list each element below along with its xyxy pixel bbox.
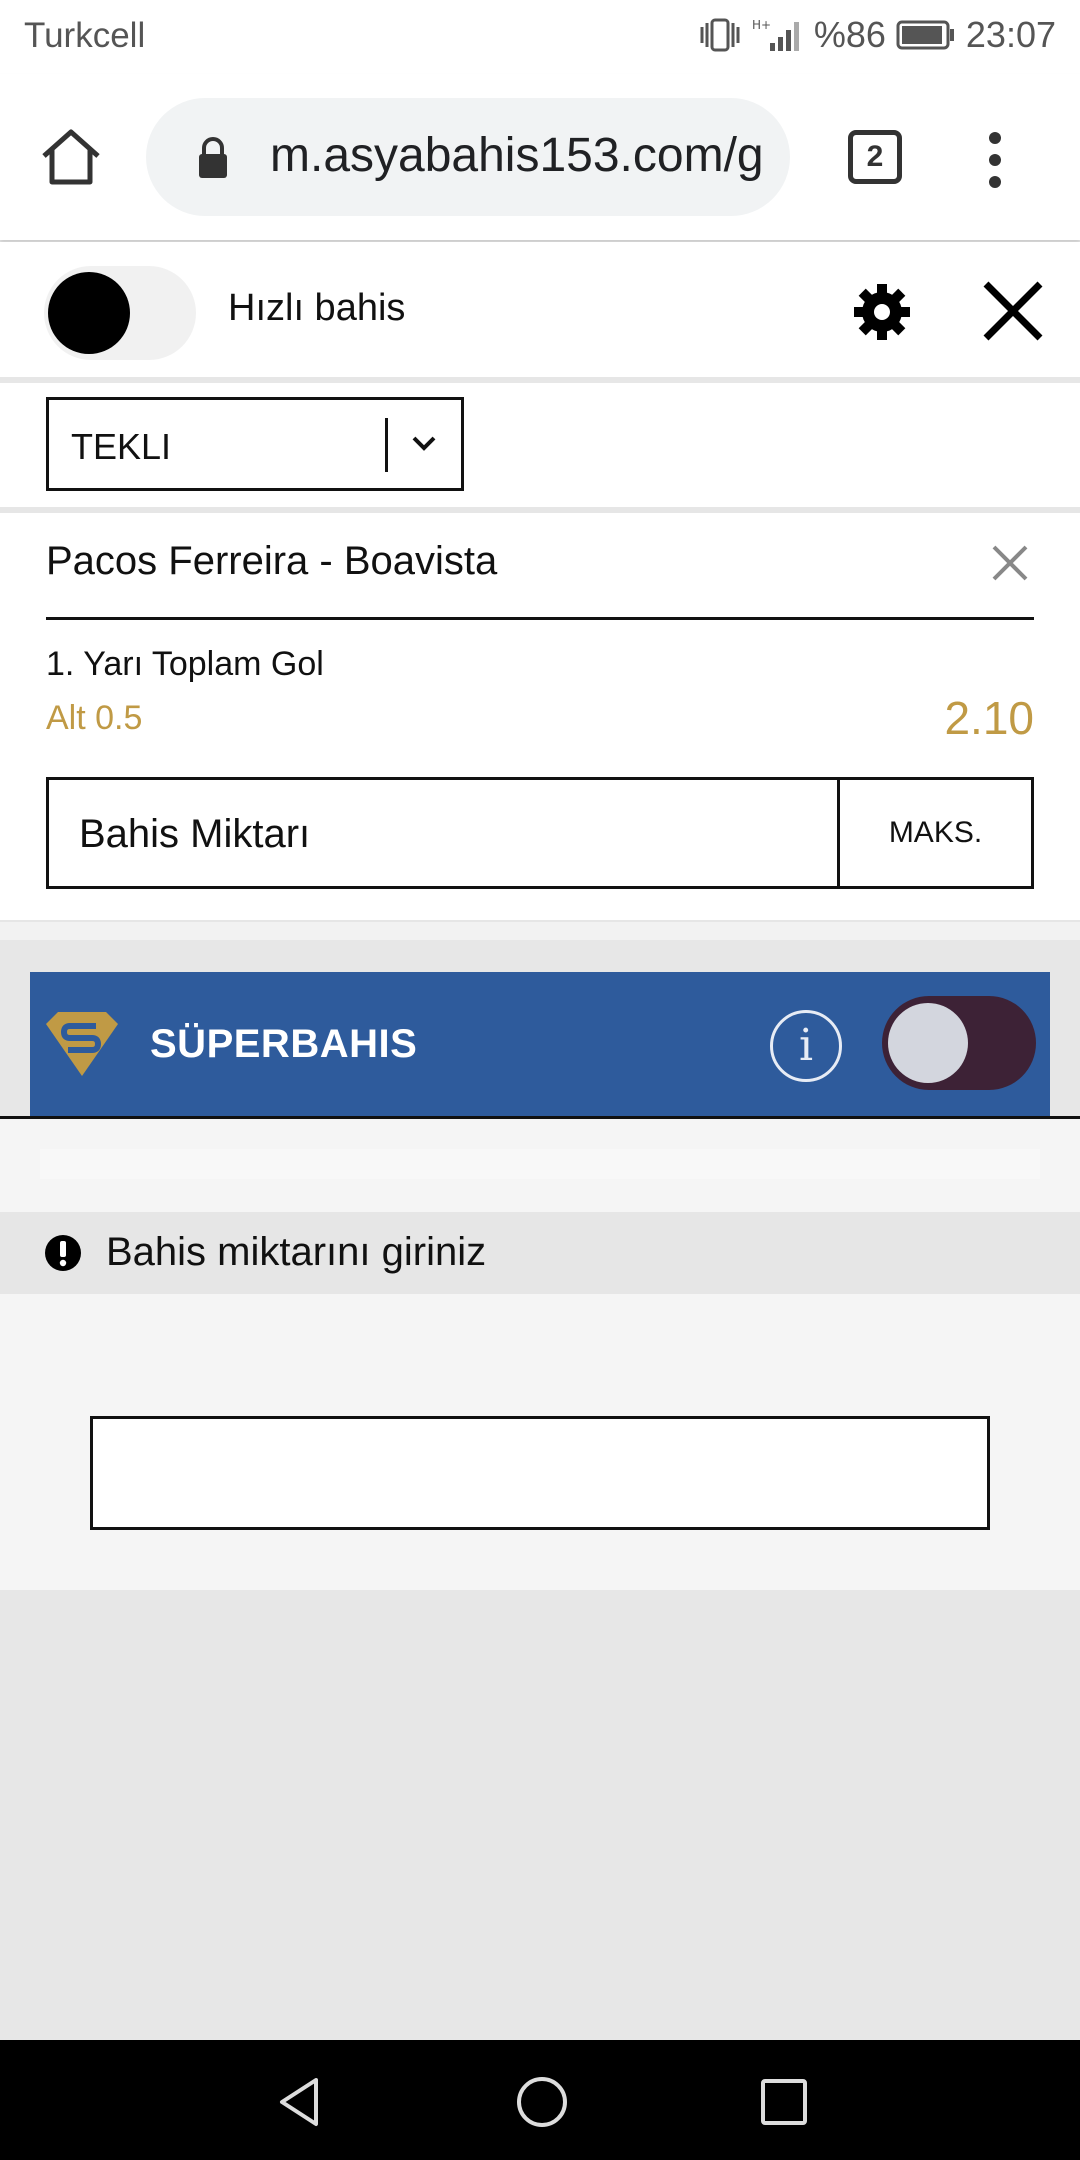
carrier-name: Turkcell: [24, 16, 146, 55]
url-bar[interactable]: m.asyabahis153.com/g: [146, 98, 790, 216]
vibrate-icon: [700, 18, 740, 52]
remove-selection-icon[interactable]: [990, 543, 1030, 583]
empty-area: [0, 1590, 1080, 2040]
stake-field[interactable]: Bahis Miktarı MAKS.: [46, 777, 1034, 889]
bet-type-select[interactable]: TEKLI: [46, 397, 464, 491]
superbahis-section: SÜPERBAHIS i: [0, 940, 1080, 1116]
superbahis-bar: SÜPERBAHIS i: [30, 972, 1050, 1116]
url-text[interactable]: m.asyabahis153.com/g: [270, 128, 770, 183]
status-icons: H+ %86 23:07: [698, 14, 1056, 56]
superbahis-label: SÜPERBAHIS: [150, 1022, 418, 1066]
back-icon[interactable]: [272, 2074, 328, 2130]
outcome-name: Alt 0.5: [46, 699, 143, 737]
gear-icon[interactable]: [852, 282, 912, 342]
betslip-header: Hızlı bahis: [0, 242, 1080, 380]
place-bet-button[interactable]: [90, 1416, 990, 1530]
info-icon[interactable]: i: [770, 1010, 842, 1082]
close-icon[interactable]: [980, 278, 1046, 344]
divider: [0, 920, 1080, 940]
bet-type-row: TEKLI: [0, 383, 1080, 507]
max-stake-button[interactable]: MAKS.: [837, 780, 1031, 886]
match-name: Pacos Ferreira - Boavista: [46, 539, 498, 583]
signal-icon: H+: [752, 18, 799, 51]
battery-icon: [896, 20, 954, 50]
alert-text: Bahis miktarını giriniz: [106, 1230, 487, 1274]
system-nav-bar: [0, 2040, 1080, 2160]
superbahis-logo-icon: [46, 1012, 118, 1076]
toggle-knob: [888, 1003, 968, 1083]
quick-bet-label: Hızlı bahis: [228, 287, 406, 329]
chevron-down-icon: [412, 436, 436, 451]
home-nav-icon[interactable]: [514, 2074, 570, 2130]
validation-alert: Bahis miktarını giriniz: [0, 1212, 1080, 1294]
overflow-menu-icon[interactable]: [980, 130, 1010, 190]
status-bar: Turkcell H+ %86 23:07: [0, 0, 1080, 74]
lock-icon: [199, 137, 227, 178]
superbahis-toggle[interactable]: [882, 996, 1036, 1090]
odds-value: 2.10: [944, 692, 1034, 744]
action-panel: [0, 1294, 1080, 1590]
toggle-knob: [48, 272, 130, 354]
bet-selection: Pacos Ferreira - Boavista 1. Yarı Toplam…: [0, 513, 1080, 920]
select-divider: [385, 418, 388, 472]
bet-type-value: TEKLI: [71, 426, 172, 467]
browser-toolbar: m.asyabahis153.com/g 2: [0, 74, 1080, 240]
exclamation-icon: [45, 1235, 81, 1271]
market-name: 1. Yarı Toplam Gol: [46, 645, 324, 683]
home-icon[interactable]: [38, 124, 104, 190]
tab-switcher-button[interactable]: 2: [848, 130, 902, 184]
clock: 23:07: [965, 14, 1056, 55]
svg-text:H+: H+: [752, 18, 771, 32]
stake-input[interactable]: Bahis Miktarı: [79, 812, 310, 857]
spacer: [0, 1119, 1080, 1212]
recents-icon[interactable]: [756, 2074, 812, 2130]
quick-bet-toggle[interactable]: [44, 266, 196, 360]
battery-percent: %86: [813, 14, 886, 55]
selection-divider: [46, 617, 1034, 620]
